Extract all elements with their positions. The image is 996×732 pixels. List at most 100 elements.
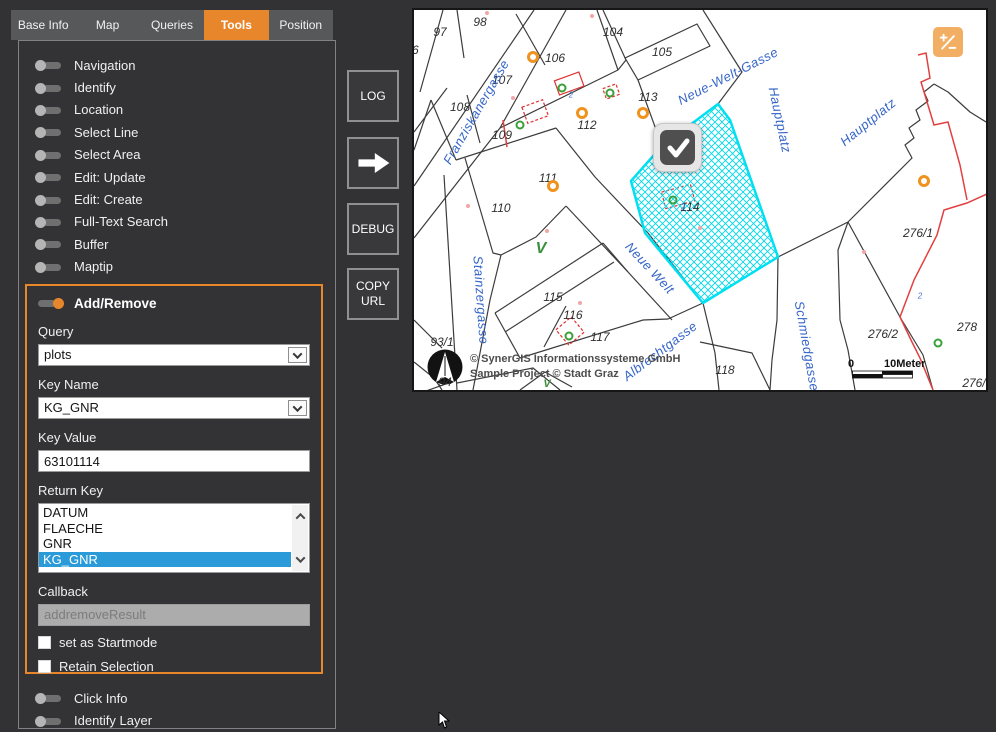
key-name-label: Key Name [38, 377, 310, 392]
log-button[interactable]: LOG [347, 70, 399, 122]
toggle-off-icon[interactable] [35, 150, 61, 160]
parcel-label: 116 [563, 308, 582, 322]
parcel-label: 93/1 [430, 335, 453, 349]
sidebar-item-label: Select Area [74, 147, 141, 162]
chevron-down-icon[interactable] [288, 347, 307, 363]
poi-green-icon [669, 196, 678, 205]
sidebar-item-location[interactable]: Location [19, 99, 335, 121]
sidebar-item-full-text-search[interactable]: Full-Text Search [19, 211, 335, 233]
poi-orange-icon [637, 107, 649, 119]
query-label: Query [38, 324, 310, 339]
sidebar-item-click-info[interactable]: Click Info [19, 687, 335, 709]
poi-green-icon [516, 121, 525, 130]
tab-tools[interactable]: Tools [204, 10, 268, 40]
return-key-option[interactable]: KG_GNR [39, 552, 291, 568]
addremove-toggle[interactable] [38, 298, 64, 308]
tool-list: Navigation Identify Location Select Line Sel… [19, 54, 335, 278]
mouse-cursor [438, 712, 450, 730]
point-marker [511, 96, 515, 100]
debug-button[interactable]: DEBUG [347, 203, 399, 255]
annotation-number: 2 [681, 203, 685, 212]
scale-bar [853, 371, 913, 378]
toggle-off-icon[interactable] [35, 217, 61, 227]
poi-orange-icon [918, 175, 930, 187]
sidebar-item-label: Select Line [74, 125, 138, 140]
point-marker [578, 301, 582, 305]
sidebar-item-maptip[interactable]: Maptip [19, 256, 335, 278]
poi-green-icon [558, 84, 567, 93]
parcel-label: 106 [545, 51, 565, 65]
poi-orange-icon [576, 107, 588, 119]
parcel-label: 113 [638, 90, 657, 104]
toggle-off-icon[interactable] [35, 262, 61, 272]
sidebar-item-label: Click Info [74, 691, 127, 706]
sidebar-item-select-line[interactable]: Select Line [19, 121, 335, 143]
tab-position[interactable]: Position [269, 10, 333, 40]
scrollbar[interactable] [292, 505, 308, 571]
sidebar-item-navigation[interactable]: Navigation [19, 54, 335, 76]
tab-bar: Base InfoMapQueriesToolsPosition [11, 10, 333, 40]
poi-green-icon [606, 89, 615, 98]
sidebar-item-label: Maptip [74, 259, 113, 274]
toggle-off-icon[interactable] [35, 693, 61, 703]
sidebar-item-select-area[interactable]: Select Area [19, 144, 335, 166]
parcel-label: 117 [590, 330, 609, 344]
scroll-up-icon[interactable] [295, 513, 305, 523]
sidebar-item-label: Identify [74, 80, 116, 95]
sidebar-item-label: Identify Layer [74, 713, 152, 728]
sidebar-item-identify-layer[interactable]: Identify Layer [19, 709, 335, 731]
parcel-label: 115 [543, 290, 562, 304]
return-key-list[interactable]: DATUMFLAECHEGNRKG_GNR [38, 503, 310, 573]
key-value-input[interactable] [38, 450, 310, 472]
sidebar-item-identify[interactable]: Identify [19, 76, 335, 98]
confirm-selection-button[interactable] [653, 123, 702, 172]
sidebar-item-label: Buffer [74, 237, 108, 252]
toggle-off-icon[interactable] [35, 716, 61, 726]
key-value-label: Key Value [38, 430, 310, 445]
tab-queries[interactable]: Queries [140, 10, 204, 40]
parcel-label: 96 [412, 43, 419, 57]
scroll-down-icon[interactable] [295, 553, 305, 563]
point-marker [485, 11, 489, 15]
point-marker [545, 229, 549, 233]
next-button[interactable] [347, 137, 399, 189]
retain-checkbox[interactable] [38, 660, 51, 673]
tab-map[interactable]: Map [75, 10, 139, 40]
addremove-title: Add/Remove [74, 296, 157, 311]
add-remove-mode-icon[interactable] [933, 27, 963, 57]
toggle-off-icon[interactable] [35, 127, 61, 137]
sidebar-item-buffer[interactable]: Buffer [19, 233, 335, 255]
return-key-option[interactable]: GNR [39, 536, 291, 552]
return-key-option[interactable]: DATUM [39, 505, 291, 521]
copy-url-button[interactable]: COPY URL [347, 268, 399, 320]
parcel-label: 105 [652, 45, 672, 59]
query-select[interactable]: plots [38, 344, 310, 366]
map-copyright: © SynerGIS Informationssysteme GmbH Samp… [470, 352, 680, 382]
chevron-down-icon[interactable] [288, 400, 307, 416]
sidebar-item-edit-update[interactable]: Edit: Update [19, 166, 335, 188]
retain-checkbox-label: Retain Selection [59, 659, 154, 674]
parcel-label: 276/ [962, 376, 985, 390]
toggle-off-icon[interactable] [35, 239, 61, 249]
toggle-off-icon[interactable] [35, 105, 61, 115]
toggle-off-icon[interactable] [35, 172, 61, 182]
map-viewport[interactable]: 9697981041051061071081091101111121131141… [412, 8, 988, 392]
parcel-label: 112 [577, 118, 596, 132]
tab-base-info[interactable]: Base Info [11, 10, 75, 40]
annotation-number: 2 [569, 91, 573, 100]
startmode-checkbox[interactable] [38, 636, 51, 649]
startmode-checkbox-row[interactable]: set as Startmode [38, 635, 310, 650]
toggle-off-icon[interactable] [35, 60, 61, 70]
scale-zero: 0 [848, 358, 854, 370]
toggle-off-icon[interactable] [35, 83, 61, 93]
toggle-off-icon[interactable] [35, 195, 61, 205]
callback-input: addremoveResult [38, 604, 310, 626]
scale-distance: 10Meter [884, 358, 926, 370]
right-arrow-icon [353, 148, 393, 178]
return-key-option[interactable]: FLAECHE [39, 521, 291, 537]
key-name-select[interactable]: KG_GNR [38, 397, 310, 419]
retain-checkbox-row[interactable]: Retain Selection [38, 659, 310, 674]
tools-panel: Navigation Identify Location Select Line Sel… [18, 40, 336, 729]
return-key-label: Return Key [38, 483, 310, 498]
sidebar-item-edit-create[interactable]: Edit: Create [19, 188, 335, 210]
